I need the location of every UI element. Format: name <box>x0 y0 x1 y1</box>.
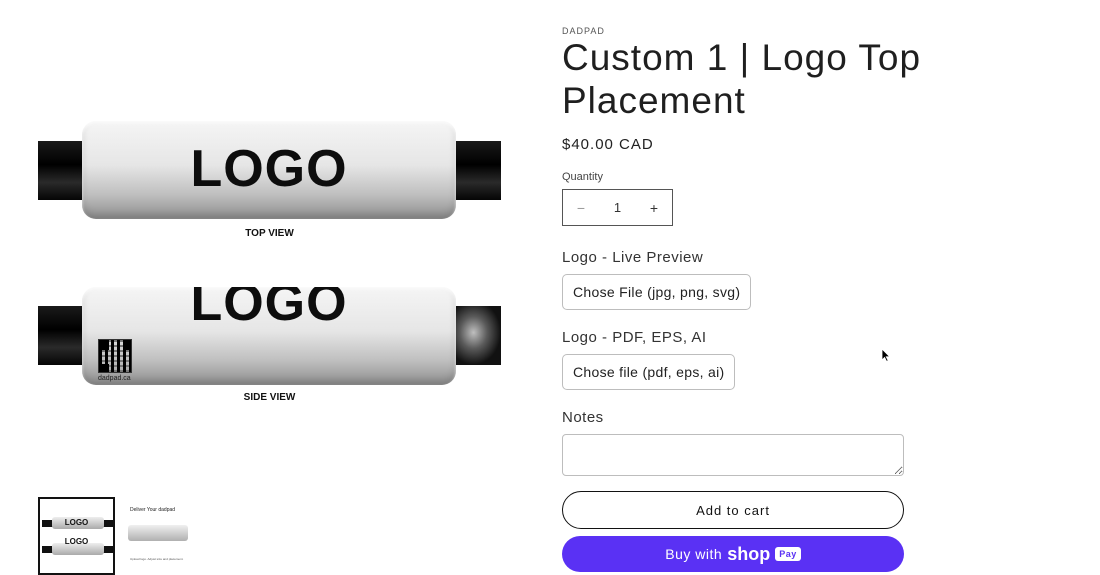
dadpad-sleeve: LOGO <box>82 121 456 219</box>
product-title: Custom 1 | Logo Top Placement <box>562 37 922 121</box>
notes-textarea[interactable] <box>562 434 904 476</box>
product-image-top-view[interactable]: LOGO TOP VIEW <box>38 118 501 243</box>
thumbnail-footer: Upload logo. Adjust size and placement. <box>130 557 184 561</box>
cable-right <box>451 306 501 365</box>
thumbnail-1[interactable]: LOGO LOGO <box>38 497 115 575</box>
mouse-cursor-icon <box>881 348 891 362</box>
thumbnail-title: Deliver Your dadpad <box>130 507 176 513</box>
pay-badge: Pay <box>775 547 801 561</box>
logo-preview-label: Logo - Live Preview <box>562 249 704 266</box>
top-view-label: TOP VIEW <box>245 228 294 239</box>
logo-vector-file-button[interactable]: Chose file (pdf, eps, ai) <box>562 354 736 390</box>
mini-logo: LOGO <box>64 518 89 527</box>
cable-right <box>451 141 501 200</box>
shop-logo-text: shop <box>727 543 771 564</box>
product-price: $40.00 CAD <box>562 136 654 153</box>
buy-prefix-text: Buy with <box>665 546 723 562</box>
product-image-side-view[interactable]: LOGO dadpad.ca SIDE VIEW <box>38 282 501 407</box>
decrease-quantity-button[interactable]: − <box>575 200 587 216</box>
product-gallery: LOGO TOP VIEW LOGO dadpad.ca SIDE VIEW L… <box>0 0 540 575</box>
quantity-label: Quantity <box>562 171 603 183</box>
dadpad-sleeve: LOGO dadpad.ca <box>82 287 456 385</box>
logo-preview-file-button[interactable]: Chose File (jpg, png, svg) <box>562 274 752 310</box>
mini-logo: LOGO <box>64 537 89 546</box>
notes-label: Notes <box>562 409 604 426</box>
vendor-name: DADPAD <box>562 26 605 36</box>
buy-with-shop-pay-button[interactable]: Buy with shop Pay <box>562 536 904 572</box>
qr-caption: dadpad.ca <box>98 375 131 382</box>
logo-vector-label: Logo - PDF, EPS, AI <box>562 329 707 346</box>
side-view-label: SIDE VIEW <box>243 392 296 403</box>
logo-placeholder-text: LOGO <box>190 287 348 332</box>
quantity-stepper: − 1 + <box>562 189 673 226</box>
qr-code-icon <box>98 339 132 373</box>
thumbnail-2[interactable]: Deliver Your dadpad Upload logo. Adjust … <box>124 497 201 575</box>
logo-placeholder-text: LOGO <box>190 140 348 198</box>
quantity-input[interactable]: 1 <box>614 200 621 215</box>
thumbnail-strip: LOGO LOGO Deliver Your dadpad Upload log… <box>38 497 201 575</box>
cable-left <box>38 306 88 365</box>
add-to-cart-button[interactable]: Add to cart <box>562 491 904 529</box>
increase-quantity-button[interactable]: + <box>648 200 660 216</box>
cable-left <box>38 141 88 200</box>
mini-pad <box>128 525 188 541</box>
